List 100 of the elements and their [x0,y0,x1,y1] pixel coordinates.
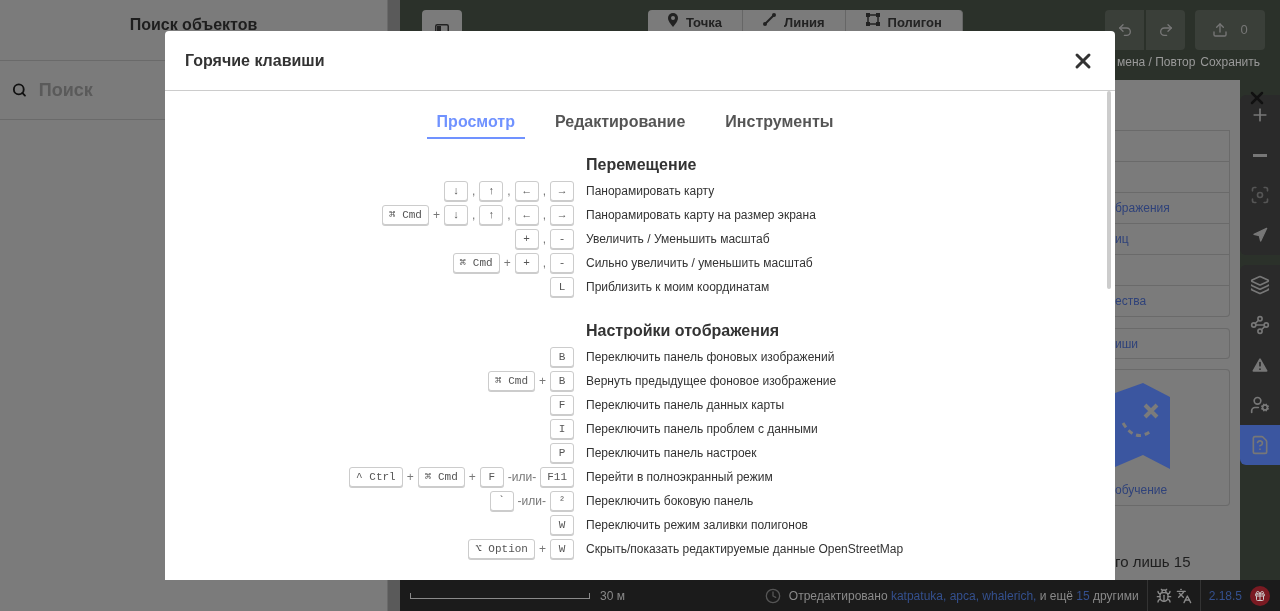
sidebar-title: Поиск объектов [129,15,258,35]
keyboard-key: F11 [540,467,574,487]
key-separator: , [506,207,512,224]
walkthrough-link[interactable]: обучение [1115,481,1229,499]
scrollbar[interactable] [1107,91,1111,289]
keyboard-key: → [550,181,574,201]
key-separator: , [470,207,477,224]
shortcut-description: Сильно увеличить / уменьшить масштаб [586,255,814,272]
user-link[interactable]: whalerich, [982,588,1037,603]
dialog-tab[interactable]: Инструменты [715,107,844,139]
redo-icon [1157,22,1174,38]
key-separator: + [538,541,547,558]
key-separator: , [541,183,547,200]
undo-redo-label: мена / Повтор [1117,54,1196,71]
keyboard-key: ` [489,491,514,511]
help-link[interactable]: иши [1115,334,1139,353]
shortcut-description: Переключить режим заливки полигонов [586,517,809,534]
save-button[interactable]: 0 [1195,10,1265,50]
keyboard-key: F [479,467,504,487]
user-link[interactable]: apca, [949,588,979,603]
keyboard-key: ↓ [443,205,468,225]
keyboard-key: I [550,419,574,439]
keyboard-key: ⌘ Cmd [487,371,535,391]
dialog-title: Горячие клавиши [185,50,325,71]
shortcut-description: Переключить панель проблем с данными [586,421,819,438]
section-heading: Настройки отображения [586,321,781,341]
shortcut-description: Переключить панель данных карты [586,397,786,414]
key-separator: -или- [516,493,547,510]
keyboard-key: W [550,515,574,535]
shortcut-description: Переключить боковую панель [586,493,755,510]
location-arrow-icon [1252,227,1268,243]
key-separator: , [470,183,477,200]
keyboard-key: B [550,371,574,391]
history-icon [764,587,781,604]
bug-icon[interactable] [1155,587,1172,604]
help-text: го лишь 15 [1115,552,1192,572]
shortcut-description: Переключить панель фоновых изображений [586,349,836,366]
shortcut-description: Скрыть/показать редактируемые данные OpenStreetMap [586,541,905,558]
keyboard-key: - [550,253,574,273]
key-separator: , [506,183,512,200]
keyboard-key: ⌘ Cmd [452,253,500,273]
keyboard-key: ⌥ Option [468,539,535,559]
translate-icon[interactable] [1175,587,1192,604]
dialog-tab[interactable]: Просмотр [426,107,525,139]
save-label: Сохранить [1200,54,1261,71]
shortcut-description: Увеличить / Уменьшить масштаб [586,231,771,248]
help-icon [1250,435,1270,455]
upload-icon [1212,22,1229,38]
keyboard-key: ↑ [479,205,504,225]
dialog-tab[interactable]: Редактирование [544,107,696,139]
key-separator: + [405,469,415,486]
user-link[interactable]: katpatuka, [890,588,947,603]
keyboard-key: - [550,229,574,249]
shortcut-description: Панорамировать карту [586,183,716,200]
version-label[interactable]: 2.18.5 [1208,586,1242,605]
keyboard-key: + [514,253,539,273]
key-separator: + [502,255,512,272]
section-heading: Перемещение [586,155,698,175]
count-link[interactable]: 15 [1076,588,1090,603]
keyboard-key: B [550,347,574,367]
attribution-text: Отредактировано katpatuka, apca, whalerich, и ещё 15 другими [788,587,1139,605]
keyboard-key: W [550,539,574,559]
keyboard-key: → [550,205,574,225]
keyboard-key: ⌘ Cmd [381,205,429,225]
scale-label: 30 м [600,587,625,605]
search-icon [12,82,27,98]
user-gear-icon [1250,395,1270,415]
keyboard-key: ↑ [479,181,504,201]
keyboard-key: L [550,277,574,297]
shortcut-description: Переключить панель настроек [586,445,758,462]
help-link[interactable]: ества [1115,292,1147,310]
focus-icon [1250,185,1270,205]
keyboard-key: P [550,443,574,463]
keyboard-key: F [550,395,574,415]
key-separator: -или- [506,469,538,486]
warning-icon [1250,355,1270,375]
keyboard-key: ⌘ Cmd [417,467,465,487]
help-link[interactable]: бражения [1115,199,1170,217]
pin-icon [668,13,678,27]
line-icon [763,13,777,26]
keyboard-key: ↓ [443,181,468,201]
help-link[interactable]: иц [1115,230,1129,248]
key-separator: + [431,207,441,224]
key-separator: , [541,231,547,248]
shortcut-description: Вернуть предыдущее фоновое изображение [586,373,838,390]
keyboard-key: ← [514,181,539,201]
gift-icon[interactable] [1250,585,1270,606]
undo-icon [1116,22,1133,38]
shortcut-description: Приблизить к моим координатам [586,279,771,296]
keyboard-key: + [514,229,539,249]
keyboard-key: ^ Ctrl [349,467,403,487]
map-data-icon [1250,315,1270,335]
polygon-icon [865,13,880,26]
keyboard-key: ← [514,205,539,225]
key-separator: , [541,255,547,272]
shortcut-description: Перейти в полноэкранный режим [586,469,774,486]
keyboard-key: ² [550,491,574,511]
key-separator: , [541,207,547,224]
key-separator: + [538,373,547,390]
key-separator: + [467,469,477,486]
